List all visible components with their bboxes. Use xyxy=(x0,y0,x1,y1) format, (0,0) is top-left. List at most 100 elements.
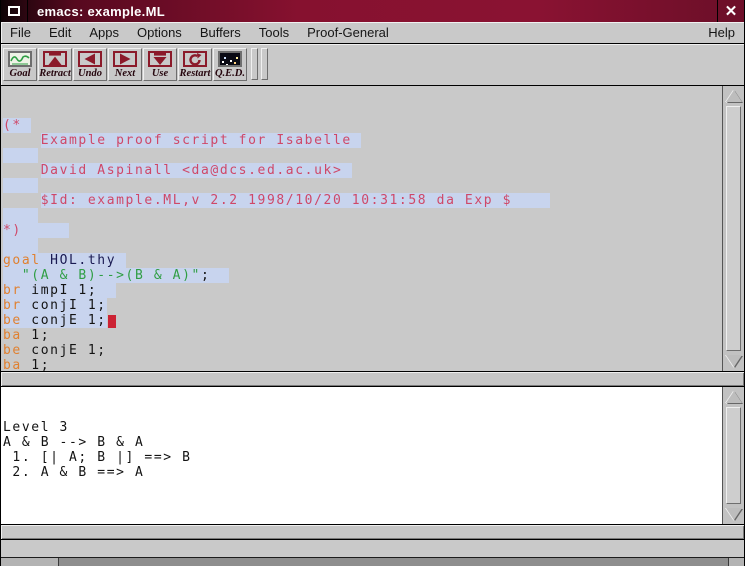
restart-icon xyxy=(183,51,207,67)
text-segment: conjE 1; xyxy=(22,343,107,358)
text-segment: ba xyxy=(3,328,22,343)
text-segment: be xyxy=(3,343,22,358)
goal-icon xyxy=(8,51,32,67)
text-segment: conjE 1; xyxy=(22,313,107,328)
text-line: A & B --> B & A xyxy=(3,435,720,450)
text-segment: 1; xyxy=(22,358,50,371)
text-segment xyxy=(3,133,41,148)
next-label: Next xyxy=(115,68,135,79)
text-segment: goal xyxy=(3,253,41,268)
window-menu-button[interactable] xyxy=(1,0,28,22)
scroll-up-icon[interactable] xyxy=(726,89,741,103)
text-line: ba 1; xyxy=(3,358,720,371)
toolbar-separator xyxy=(261,48,268,80)
text-line xyxy=(3,148,720,163)
menu-apps[interactable]: Apps xyxy=(80,22,128,43)
proof-toolbar: Goal Retract Undo xyxy=(1,44,744,86)
scrollbar-thumb[interactable] xyxy=(726,106,741,351)
text-segment: Example proof script for Isabelle xyxy=(41,133,352,148)
script-scrollbar[interactable] xyxy=(722,86,744,371)
restart-button[interactable]: Restart xyxy=(178,48,212,81)
scroll-down-icon[interactable] xyxy=(726,507,741,521)
close-button[interactable]: ✕ xyxy=(717,0,744,22)
goals-buffer[interactable]: Level 3A & B --> B & A 1. [| A; B |] ==>… xyxy=(1,387,744,524)
text-segment xyxy=(3,268,22,283)
text-segment: "(A & B)-->(B & A)" xyxy=(22,268,201,283)
use-button[interactable]: Use xyxy=(143,48,177,81)
text-segment: *) xyxy=(3,223,22,238)
menu-edit[interactable]: Edit xyxy=(40,22,80,43)
window-title: emacs: example.ML xyxy=(28,0,717,22)
text-segment: impI 1; xyxy=(22,283,97,298)
text-cursor xyxy=(108,315,116,328)
text-segment xyxy=(3,193,41,208)
text-line: br conjI 1; xyxy=(3,298,720,313)
frame-corner-left[interactable] xyxy=(1,558,59,566)
goals-scrollbar[interactable] xyxy=(722,387,744,524)
modeline-goals: --**-XEmacs: *Inferior isabelle-goals* (… xyxy=(1,524,744,540)
qed-label: Q.E.D. xyxy=(215,68,245,79)
undo-icon xyxy=(78,51,102,67)
text-line xyxy=(3,178,720,193)
xemacs-window: emacs: example.ML ✕ File Edit Apps Optio… xyxy=(0,0,745,566)
modeline-script: -----XEmacs: example.ML (Isabelle script… xyxy=(1,371,744,387)
text-segment xyxy=(22,118,31,133)
locked-region-strip xyxy=(3,208,38,223)
text-line: be conjE 1; xyxy=(3,343,720,358)
text-segment: Level 3 xyxy=(3,420,69,435)
text-segment: br xyxy=(3,283,22,298)
text-segment: David Aspinall <da@dcs.ed.ac.uk> xyxy=(41,163,343,178)
frame-edge[interactable] xyxy=(59,558,728,566)
scroll-down-icon[interactable] xyxy=(726,354,741,368)
use-label: Use xyxy=(152,68,168,79)
text-line: David Aspinall <da@dcs.ed.ac.uk> xyxy=(3,163,720,178)
undo-button[interactable]: Undo xyxy=(73,48,107,81)
text-segment xyxy=(352,133,361,148)
text-line: br impI 1; xyxy=(3,283,720,298)
menu-options[interactable]: Options xyxy=(128,22,191,43)
restart-label: Restart xyxy=(180,68,211,79)
toolbar-separator xyxy=(251,48,258,80)
retract-button[interactable]: Retract xyxy=(38,48,72,81)
goal-button[interactable]: Goal xyxy=(3,48,37,81)
retract-icon xyxy=(43,51,67,67)
menu-buffers[interactable]: Buffers xyxy=(191,22,250,43)
text-line: $Id: example.ML,v 2.2 1998/10/20 10:31:5… xyxy=(3,193,720,208)
script-buffer[interactable]: (* Example proof script for Isabelle Dav… xyxy=(1,86,744,371)
menu-tools[interactable]: Tools xyxy=(250,22,298,43)
text-segment xyxy=(22,223,69,238)
text-line: *) xyxy=(3,223,720,238)
retract-label: Retract xyxy=(39,68,71,79)
text-segment xyxy=(512,193,550,208)
menu-help[interactable]: Help xyxy=(699,22,744,43)
text-segment: be xyxy=(3,313,22,328)
next-button[interactable]: Next xyxy=(108,48,142,81)
frame-corner-right[interactable] xyxy=(728,558,744,566)
use-icon xyxy=(148,51,172,67)
scroll-up-icon[interactable] xyxy=(726,390,741,404)
menu-file[interactable]: File xyxy=(1,22,40,43)
next-icon xyxy=(113,51,137,67)
text-segment: (* xyxy=(3,118,22,133)
text-segment: 1; xyxy=(22,328,50,343)
text-line: "(A & B)-->(B & A)"; xyxy=(3,268,720,283)
text-segment: 2. A & B ==> A xyxy=(3,465,144,480)
title-bar[interactable]: emacs: example.ML ✕ xyxy=(1,0,744,22)
locked-region-strip xyxy=(3,178,38,193)
text-line: be conjE 1; xyxy=(3,313,720,328)
goal-label: Goal xyxy=(10,68,31,79)
locked-region-strip xyxy=(3,238,38,253)
window-bottom-frame xyxy=(1,557,744,566)
text-line: goal HOL.thy xyxy=(3,253,720,268)
text-segment: 1. [| A; B |] ==> B xyxy=(3,450,192,465)
scrollbar-thumb[interactable] xyxy=(726,407,741,504)
script-text: (* Example proof script for Isabelle Dav… xyxy=(3,118,720,371)
menu-proof-general[interactable]: Proof-General xyxy=(298,22,398,43)
minibuffer[interactable] xyxy=(1,540,744,557)
text-line: Level 3 xyxy=(3,420,720,435)
undo-label: Undo xyxy=(78,68,102,79)
close-icon: ✕ xyxy=(725,2,738,20)
qed-button[interactable]: Q.E.D. xyxy=(213,48,247,81)
text-segment: br xyxy=(3,298,22,313)
text-line: (* xyxy=(3,118,720,133)
